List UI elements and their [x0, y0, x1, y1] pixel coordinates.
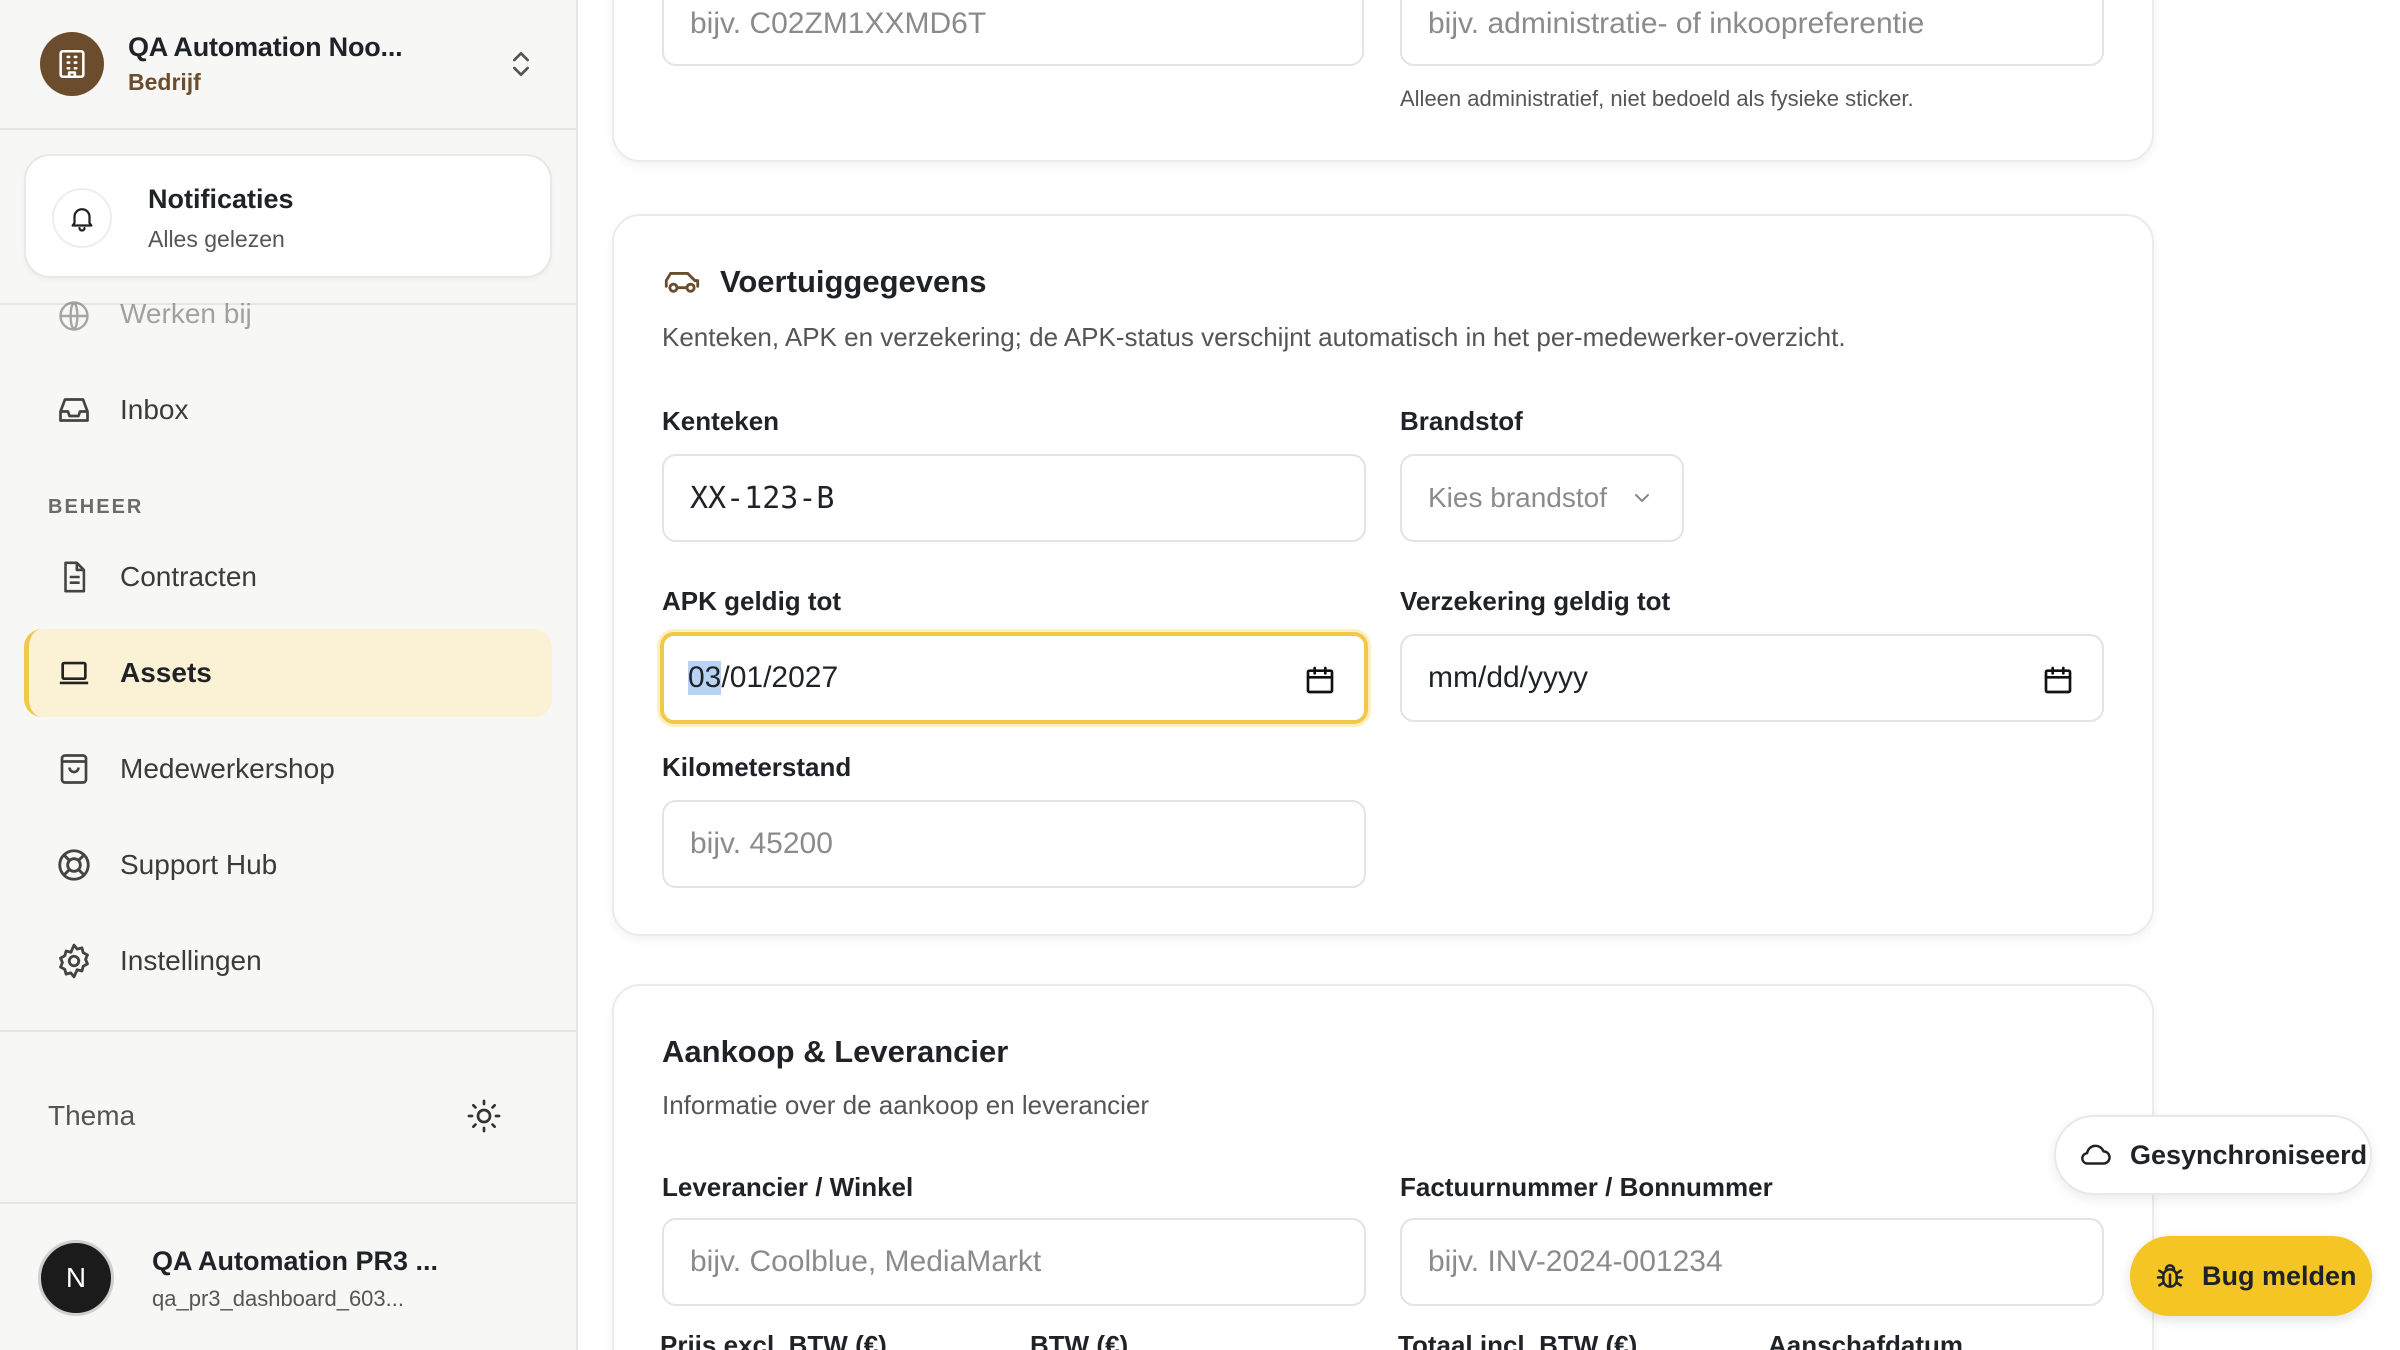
report-bug-label: Bug melden	[2202, 1260, 2357, 1291]
purchase-description: Informatie over de aankoop en leverancie…	[662, 1090, 1150, 1120]
theme-label: Thema	[48, 1100, 136, 1131]
price-label: Prijs excl. BTW (€)	[660, 1330, 887, 1350]
insurance-date-input[interactable]: mm/dd/yyyy	[1400, 634, 2104, 722]
notifications-card[interactable]: Notificaties Alles gelezen	[24, 154, 552, 278]
lifebuoy-icon	[54, 845, 94, 885]
vehicle-title: Voertuiggegevens	[720, 264, 987, 299]
supplier-input[interactable]: bijv. Coolblue, MediaMarkt	[662, 1218, 1366, 1306]
fuel-select[interactable]: Kies brandstof	[1400, 454, 1684, 542]
sidebar-item-label: Werken bij	[120, 298, 252, 329]
insurance-label: Verzekering geldig tot	[1400, 586, 1671, 616]
plate-label: Kenteken	[662, 406, 780, 436]
bell-icon	[52, 188, 112, 248]
sync-status: Gesynchroniseerd	[2054, 1115, 2372, 1195]
sidebar-item-instellingen[interactable]: Instellingen	[24, 917, 552, 1005]
sidebar: QA Automation Noo... Bedrijf Notificatie…	[0, 0, 578, 1350]
org-type: Bedrijf	[128, 69, 201, 95]
sidebar-item-label: Support Hub	[120, 849, 278, 880]
purchase-title: Aankoop & Leverancier	[662, 1034, 1009, 1069]
sidebar-item-medewerkershop[interactable]: Medewerkershop	[24, 725, 552, 813]
sidebar-item-label: Medewerkershop	[120, 753, 335, 784]
section-label-beheer: BEHEER	[48, 496, 144, 518]
plate-input[interactable]: XX-123-B	[662, 454, 1366, 542]
sidebar-item-contracten[interactable]: Contracten	[24, 533, 552, 621]
vehicle-title-row: Voertuiggegevens	[662, 264, 986, 300]
calendar-icon[interactable]	[2042, 664, 2074, 704]
sidebar-item-label: Instellingen	[120, 945, 262, 976]
avatar: N	[38, 1240, 114, 1316]
sidebar-item-support-hub[interactable]: Support Hub	[24, 821, 552, 909]
apk-date-rest: /01/2027	[721, 661, 839, 694]
inbox-icon	[54, 390, 94, 430]
supplier-label: Leverancier / Winkel	[662, 1172, 914, 1202]
divider	[0, 1030, 576, 1032]
identification-card: bijv. C02ZM1XXMD6T bijv. administratie- …	[612, 0, 2154, 162]
user-handle: qa_pr3_dashboard_603...	[152, 1286, 404, 1311]
apk-label: APK geldig tot	[662, 586, 842, 616]
apk-date-input[interactable]: 03/01/2027	[660, 632, 1368, 724]
insurance-date-placeholder: mm/dd/yyyy	[1428, 661, 1589, 694]
fuel-label: Brandstof	[1400, 406, 1523, 436]
sidebar-item-assets[interactable]: Assets	[24, 629, 552, 717]
reference-input[interactable]: bijv. administratie- of inkoopreferentie	[1400, 0, 2104, 66]
car-icon	[662, 267, 702, 297]
total-label: Totaal incl. BTW (€)	[1398, 1330, 1638, 1350]
fuel-select-value: Kies brandstof	[1428, 482, 1607, 513]
report-bug-button[interactable]: Bug melden	[2130, 1236, 2372, 1316]
vat-label: BTW (€)	[1030, 1330, 1129, 1350]
notifications-subtitle: Alles gelezen	[148, 226, 285, 252]
reference-hint: Alleen administratief, niet bedoeld als …	[1400, 86, 1914, 111]
org-name: QA Automation Noo...	[128, 32, 403, 62]
vehicle-details-card: Voertuiggegevens Kenteken, APK en verzek…	[612, 214, 2154, 936]
bug-icon	[2154, 1260, 2186, 1292]
purchase-supplier-card: Aankoop & Leverancier Informatie over de…	[612, 984, 2154, 1350]
purchase-date-label: Aanschafdatum	[1768, 1330, 1964, 1350]
chevron-down-icon	[1630, 486, 1654, 510]
org-switcher[interactable]: QA Automation Noo... Bedrijf	[0, 0, 576, 130]
vehicle-description: Kenteken, APK en verzekering; de APK-sta…	[662, 322, 1846, 352]
mileage-label: Kilometerstand	[662, 752, 852, 782]
sun-icon[interactable]	[466, 1098, 502, 1139]
sidebar-item-inbox[interactable]: Inbox	[24, 366, 552, 454]
chevron-up-down-icon	[505, 46, 537, 87]
globe-icon	[54, 296, 94, 336]
sidebar-item-werken-bij[interactable]: Werken bij	[24, 292, 552, 340]
mileage-input[interactable]: bijv. 45200	[662, 800, 1366, 888]
user-profile[interactable]: N QA Automation PR3 ... qa_pr3_dashboard…	[0, 1204, 576, 1350]
invoice-input[interactable]: bijv. INV-2024-001234	[1400, 1218, 2104, 1306]
sidebar-item-label: Assets	[120, 657, 212, 688]
sync-status-label: Gesynchroniseerd	[2130, 1139, 2368, 1170]
cloud-icon	[2078, 1142, 2112, 1168]
building-icon	[40, 32, 104, 96]
serial-number-input[interactable]: bijv. C02ZM1XXMD6T	[662, 0, 1364, 66]
gear-icon	[54, 941, 94, 981]
shopping-bag-icon	[54, 749, 94, 789]
user-name: QA Automation PR3 ...	[152, 1246, 439, 1276]
laptop-icon	[54, 653, 94, 693]
invoice-label: Factuurnummer / Bonnummer	[1400, 1172, 1773, 1202]
sidebar-item-label: Inbox	[120, 394, 189, 425]
sidebar-item-label: Contracten	[120, 561, 257, 592]
apk-month-segment: 03	[688, 661, 722, 695]
calendar-icon[interactable]	[1304, 664, 1336, 704]
document-icon	[54, 557, 94, 597]
notifications-title: Notificaties	[148, 184, 294, 214]
